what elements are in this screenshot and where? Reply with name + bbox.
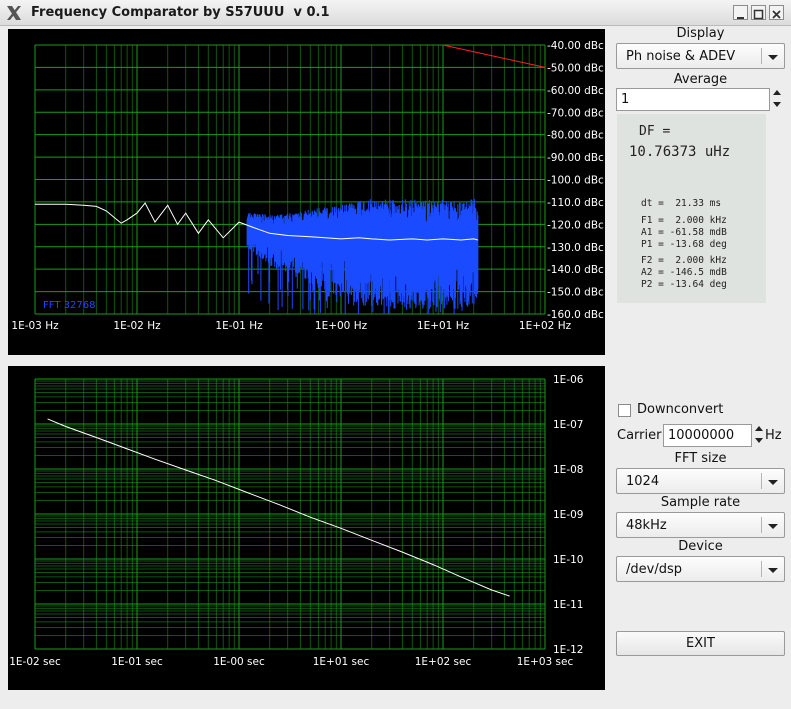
chevron-down-icon [768,568,778,573]
y-tick-label: -110.0 dBc [547,197,604,209]
title-bar: Frequency Comparator by S57UUU v 0.1 [0,0,791,26]
f2-readout: F2 = 2.000 kHz [641,255,727,266]
y-tick-label: 1E-11 [553,599,583,611]
y-tick-label: 1E-12 [553,644,583,656]
fft-size-value: 1024 [626,474,660,489]
df-label: DF = [639,124,671,139]
x-tick-label: 1E-02 sec [9,656,61,668]
average-input[interactable]: 1 [616,88,770,111]
y-tick-label: -120.0 dBc [547,219,604,231]
fft-size-select[interactable]: 1024 [616,468,785,494]
x-tick-label: 1E+03 sec [517,656,574,668]
y-tick-label: -100.0 dBc [547,175,604,187]
display-label: Display [676,26,725,41]
y-tick-label: 1E-10 [553,554,583,566]
y-tick-label: -70.00 dBc [547,107,604,119]
combo-separator [761,517,762,533]
carrier-spinner[interactable] [754,424,764,446]
carrier-unit: Hz [765,428,782,443]
phase-noise-plot: -40.00 dBc -50.00 dBc -60.00 dBc -70.00 dBc… [11,40,604,332]
downconvert-label: Downconvert [637,402,724,417]
y-tick-label: -80.00 dBc [547,130,604,142]
df-value: 10.76373 uHz [629,144,731,160]
exit-button[interactable]: EXIT [616,631,785,656]
x-tick-label: 1E+01 sec [313,656,370,668]
y-tick-label: 1E-08 [553,464,583,476]
fft-size-annotation: FFT 32768 [43,300,95,311]
sample-rate-value: 48kHz [626,518,667,533]
combo-separator [761,48,762,64]
dt-readout: dt = 21.33 ms [641,198,722,209]
minimize-button[interactable] [733,5,748,20]
display-select[interactable]: Ph noise & ADEV [616,43,785,69]
spin-up-icon[interactable] [773,90,781,95]
adev-plot: 1E-06 1E-07 1E-08 1E-09 1E-10 1E-11 1E-12 1E-02… [9,374,584,668]
close-icon [772,10,781,19]
x-tick-label: 1E+00 Hz [315,320,368,332]
carrier-input[interactable]: 10000000 [663,424,752,447]
downconvert-checkbox[interactable] [618,404,631,417]
adev-chart: 1E-06 1E-07 1E-08 1E-09 1E-10 1E-11 1E-12 1E-02… [8,366,605,690]
y-tick-label: -150.0 dBc [547,287,604,299]
combo-separator [761,561,762,577]
p1-readout: P1 = -13.68 deg [641,239,727,250]
device-label: Device [678,539,723,554]
carrier-label: Carrier [617,428,662,443]
y-tick-label: -90.00 dBc [547,152,604,164]
fft-size-label: FFT size [674,451,727,466]
x-tick-label: 1E+02 Hz [519,320,572,332]
average-label: Average [673,72,728,87]
spin-down-icon[interactable] [773,102,781,107]
a1-readout: A1 = -61.58 mdB [641,227,727,238]
close-button[interactable] [769,5,784,20]
maximize-button[interactable] [751,5,766,20]
chevron-down-icon [768,55,778,60]
spin-down-icon[interactable] [755,438,763,443]
y-tick-label: 1E-09 [553,509,583,521]
maximize-icon [753,9,764,20]
chevron-down-icon [768,480,778,485]
x-tick-label: 1E-03 Hz [11,320,59,332]
average-spinner[interactable] [772,88,782,110]
minimize-icon [737,17,744,19]
phase-noise-chart: -40.00 dBc -50.00 dBc -60.00 dBc -70.00 dBc… [8,29,605,355]
a2-readout: A2 = -146.5 mdB [641,267,727,278]
spin-up-icon[interactable] [755,426,763,431]
x-tick-label: 1E-00 sec [213,656,265,668]
measurement-readout: DF = 10.76373 uHz dt = 21.33 ms F1 = 2.0… [617,114,766,303]
adev-trace [47,418,510,597]
device-value: /dev/dsp [626,562,682,577]
x-tick-label: 1E+01 Hz [417,320,470,332]
y-tick-label: -40.00 dBc [547,40,604,52]
combo-separator [761,473,762,489]
y-tick-label: 1E-06 [553,374,584,386]
device-select[interactable]: /dev/dsp [616,556,785,582]
f1-readout: F1 = 2.000 kHz [641,215,727,226]
x11-logo-icon [7,6,21,20]
x-tick-label: 1E-02 Hz [113,320,161,332]
display-select-value: Ph noise & ADEV [626,49,736,64]
sample-rate-label: Sample rate [660,495,741,510]
y-tick-label: -50.00 dBc [547,62,604,74]
window-title: Frequency Comparator by S57UUU v 0.1 [31,5,330,20]
x-tick-label: 1E+02 sec [415,656,472,668]
p2-readout: P2 = -13.64 deg [641,279,727,290]
sample-rate-select[interactable]: 48kHz [616,512,785,538]
x-tick-label: 1E-01 sec [111,656,163,668]
chevron-down-icon [768,524,778,529]
y-tick-label: 1E-07 [553,419,583,431]
y-tick-label: -60.00 dBc [547,85,604,97]
x-tick-label: 1E-01 Hz [215,320,263,332]
y-tick-label: -130.0 dBc [547,242,604,254]
y-tick-label: -140.0 dBc [547,264,604,276]
